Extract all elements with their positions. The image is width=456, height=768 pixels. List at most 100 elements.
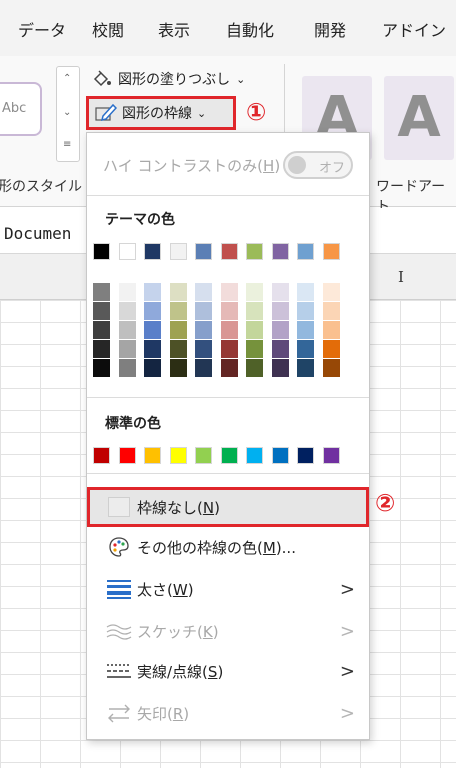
theme-shade-swatch[interactable]: [93, 340, 110, 358]
theme-color-swatch[interactable]: [144, 243, 161, 260]
theme-shade-swatch[interactable]: [195, 359, 212, 377]
shape-fill-button[interactable]: 図形の塗りつぶし ⌄: [92, 66, 245, 92]
theme-shade-swatch[interactable]: [271, 340, 289, 358]
tab-developer[interactable]: 開発: [314, 17, 346, 41]
theme-color-swatch[interactable]: [169, 243, 187, 260]
theme-shade-swatch[interactable]: [220, 302, 238, 320]
callout-step-1: ①: [246, 98, 267, 126]
theme-shade-swatch[interactable]: [195, 302, 212, 320]
standard-color-swatch[interactable]: [169, 447, 187, 464]
theme-color-swatch[interactable]: [220, 243, 238, 260]
gallery-sample-text: Abc: [2, 101, 27, 116]
theme-shade-swatch[interactable]: [297, 283, 314, 301]
theme-shade-swatch[interactable]: [322, 321, 340, 339]
theme-shade-swatch[interactable]: [195, 283, 212, 301]
theme-shade-swatch[interactable]: [220, 359, 238, 377]
theme-shade-swatch[interactable]: [144, 340, 161, 358]
theme-shade-swatch[interactable]: [93, 359, 110, 377]
theme-color-swatch[interactable]: [195, 243, 212, 260]
theme-shade-swatch[interactable]: [220, 321, 238, 339]
chevron-down-icon: ⌄: [236, 72, 246, 86]
theme-shade-swatch[interactable]: [144, 283, 161, 301]
theme-shade-swatch[interactable]: [169, 283, 187, 301]
tab-automate[interactable]: 自動化: [226, 17, 274, 41]
theme-shade-swatch[interactable]: [93, 302, 110, 320]
standard-color-swatch[interactable]: [220, 447, 238, 464]
theme-shade-swatch[interactable]: [246, 340, 263, 358]
theme-shade-swatch[interactable]: [220, 283, 238, 301]
theme-shade-swatch[interactable]: [246, 321, 263, 339]
theme-shade-swatch[interactable]: [118, 321, 136, 339]
tab-addins[interactable]: アドイン: [382, 17, 446, 41]
shape-style-gallery-item[interactable]: Abc: [0, 82, 42, 136]
standard-color-swatch[interactable]: [297, 447, 314, 464]
standard-color-swatch[interactable]: [322, 447, 340, 464]
theme-shade-swatch[interactable]: [322, 359, 340, 377]
theme-shade-swatch[interactable]: [195, 340, 212, 358]
menu-separator: [87, 195, 369, 196]
standard-color-swatch[interactable]: [144, 447, 161, 464]
theme-shade-swatch[interactable]: [271, 302, 289, 320]
theme-shade-swatch[interactable]: [246, 302, 263, 320]
shape-outline-menu: ハイ コントラストのみ(H) オフ テーマの色 標準の色 枠線なし(N) ② そ…: [86, 132, 395, 740]
theme-shade-swatch[interactable]: [93, 321, 110, 339]
chevron-down-icon[interactable]: ⌄: [63, 107, 71, 118]
theme-shade-swatch[interactable]: [220, 340, 238, 358]
theme-color-swatch[interactable]: [118, 243, 136, 260]
standard-color-swatch[interactable]: [271, 447, 289, 464]
no-outline-item[interactable]: 枠線なし(N): [87, 489, 369, 525]
theme-color-swatch[interactable]: [297, 243, 314, 260]
theme-shade-swatch[interactable]: [195, 321, 212, 339]
theme-color-swatch[interactable]: [271, 243, 289, 260]
standard-color-swatch[interactable]: [118, 447, 136, 464]
standard-color-swatch[interactable]: [195, 447, 212, 464]
theme-color-swatch[interactable]: [322, 243, 340, 260]
chevron-right-icon: >: [339, 620, 355, 642]
standard-color-swatch[interactable]: [246, 447, 263, 464]
tab-review[interactable]: 校閲: [92, 17, 124, 41]
theme-shade-swatch[interactable]: [322, 340, 340, 358]
tab-data[interactable]: データ: [18, 17, 66, 41]
theme-shade-swatch[interactable]: [169, 321, 187, 339]
theme-color-swatch[interactable]: [246, 243, 263, 260]
dashes-item[interactable]: 実線/点線(S) >: [87, 653, 369, 689]
more-outline-colors-item[interactable]: その他の枠線の色(M)...: [87, 529, 369, 565]
theme-shade-swatch[interactable]: [144, 359, 161, 377]
theme-color-swatch[interactable]: [93, 243, 110, 260]
theme-shade-swatch[interactable]: [169, 302, 187, 320]
theme-shade-swatch[interactable]: [93, 283, 110, 301]
theme-shade-swatch[interactable]: [246, 283, 263, 301]
column-header-i[interactable]: I: [398, 268, 404, 286]
no-outline-label: 枠線なし(N): [137, 498, 220, 517]
gallery-more-icon[interactable]: ≡: [63, 139, 71, 150]
tab-view[interactable]: 表示: [158, 17, 190, 41]
gallery-scrollbar[interactable]: ⌃ ⌄ ≡: [56, 66, 80, 162]
line-weight-icon: [105, 577, 133, 601]
theme-shade-swatch[interactable]: [118, 302, 136, 320]
theme-shade-swatch[interactable]: [169, 359, 187, 377]
shape-outline-button[interactable]: 図形の枠線 ⌄: [86, 96, 236, 130]
theme-shade-swatch[interactable]: [297, 340, 314, 358]
theme-shade-swatch[interactable]: [144, 302, 161, 320]
theme-shade-swatch[interactable]: [246, 359, 263, 377]
theme-shade-swatch[interactable]: [297, 359, 314, 377]
theme-shade-swatch[interactable]: [118, 359, 136, 377]
shape-fill-label: 図形の塗りつぶし: [118, 72, 231, 88]
standard-color-swatch[interactable]: [93, 447, 110, 464]
theme-shade-swatch[interactable]: [297, 321, 314, 339]
theme-shade-swatch[interactable]: [169, 340, 187, 358]
theme-shade-swatch[interactable]: [322, 283, 340, 301]
theme-shade-swatch[interactable]: [144, 321, 161, 339]
chevron-up-icon[interactable]: ⌃: [63, 73, 71, 84]
wordart-style-2[interactable]: A: [384, 76, 454, 160]
toggle-off-label: オフ: [319, 161, 346, 176]
theme-shade-swatch[interactable]: [118, 283, 136, 301]
theme-shade-swatch[interactable]: [297, 302, 314, 320]
weight-item[interactable]: 太さ(W) >: [87, 571, 369, 607]
theme-shade-swatch[interactable]: [118, 340, 136, 358]
chevron-right-icon: >: [339, 578, 355, 600]
theme-shade-swatch[interactable]: [271, 359, 289, 377]
theme-shade-swatch[interactable]: [271, 283, 289, 301]
theme-shade-swatch[interactable]: [271, 321, 289, 339]
theme-shade-swatch[interactable]: [322, 302, 340, 320]
